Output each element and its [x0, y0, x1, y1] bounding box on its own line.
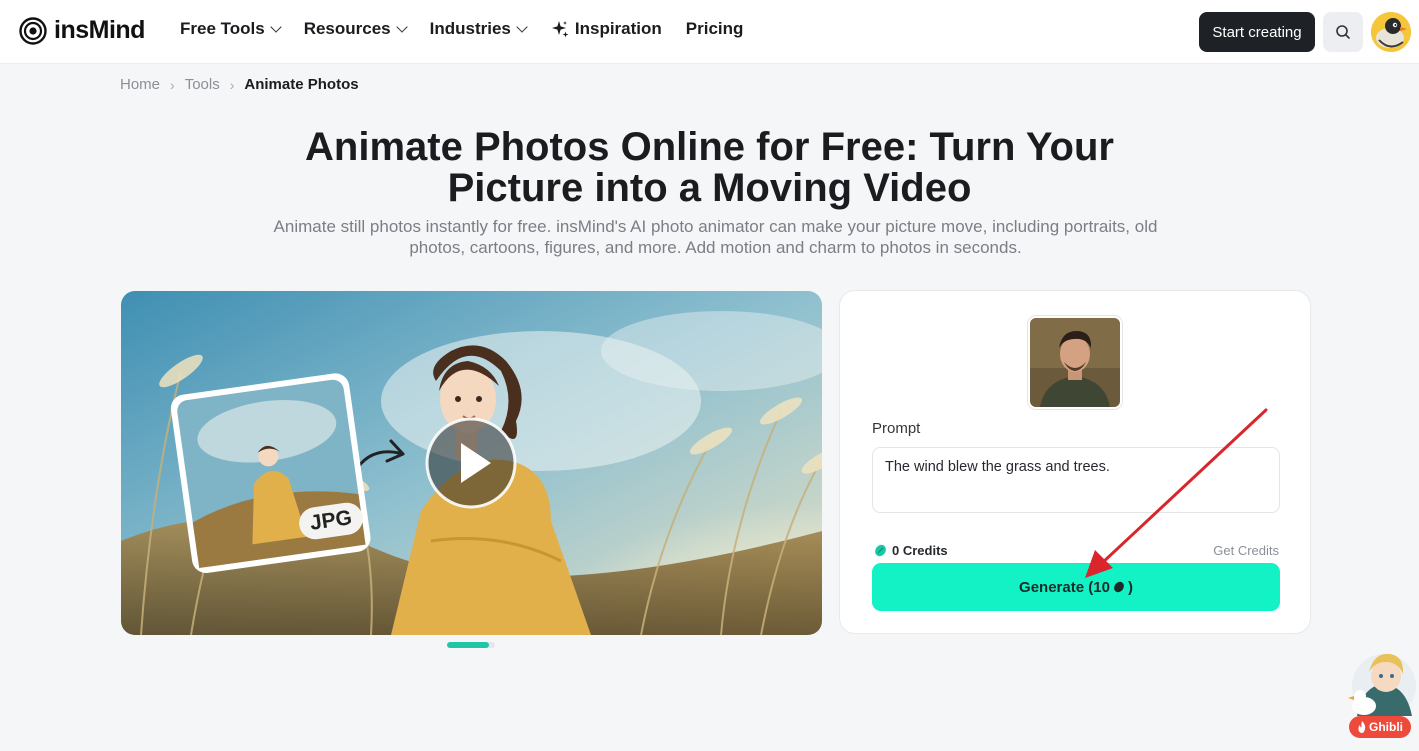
- chevron-down-icon: [270, 20, 282, 33]
- breadcrumb-tools[interactable]: Tools: [185, 76, 220, 93]
- chevron-down-icon: [516, 20, 528, 33]
- ghibli-badge-label: Ghibli: [1369, 720, 1403, 734]
- nav-industries[interactable]: Industries: [429, 19, 528, 39]
- start-creating-button[interactable]: Start creating: [1199, 12, 1315, 52]
- bean-icon: [875, 544, 886, 557]
- portrait-image: [1030, 318, 1120, 407]
- get-credits-link[interactable]: Get Credits: [1213, 543, 1279, 558]
- sparkle-icon: [551, 21, 569, 38]
- generate-button-label: Generate (10: [1019, 578, 1110, 596]
- nav-pricing-label: Pricing: [685, 19, 744, 38]
- nav-free-tools[interactable]: Free Tools: [180, 19, 282, 39]
- insmind-logo[interactable]: insMind: [19, 16, 145, 45]
- page-title: Animate Photos Online for Free: Turn You…: [200, 127, 1219, 209]
- anime-field-illustration: [121, 291, 822, 635]
- carousel-indicator[interactable]: [447, 642, 495, 648]
- credits-balance: 0 Credits: [874, 543, 948, 558]
- page-title-line-1: Animate Photos Online for Free: Turn You…: [305, 125, 1114, 169]
- uploaded-photo-thumbnail[interactable]: [1028, 316, 1122, 409]
- bean-icon: [1114, 581, 1124, 593]
- page-subtitle-line-2: photos, cartoons, figures, and more. Add…: [409, 238, 1022, 257]
- page-subtitle: Animate still photos instantly for free.…: [240, 216, 1191, 258]
- nav-industries-label: Industries: [429, 19, 511, 38]
- nav-pricing[interactable]: Pricing: [686, 19, 744, 39]
- nav-inspiration-label: Inspiration: [574, 19, 662, 38]
- carousel-indicator-active: [447, 642, 489, 648]
- chevron-down-icon: [395, 20, 408, 33]
- breadcrumb: Home › Tools › Animate Photos: [120, 76, 359, 93]
- prompt-label: Prompt: [872, 420, 921, 437]
- logo-text: insMind: [54, 16, 145, 44]
- user-avatar[interactable]: [1371, 12, 1411, 52]
- search-icon: [1336, 25, 1350, 39]
- top-navigation-bar: insMind Free Tools Resources Industries …: [0, 0, 1419, 64]
- ghibli-badge[interactable]: Ghibli: [1349, 716, 1411, 738]
- main-nav: Free Tools Resources Industries Inspirat…: [180, 19, 743, 39]
- generate-button[interactable]: Generate (10 ): [872, 563, 1280, 611]
- nav-free-tools-label: Free Tools: [180, 19, 265, 38]
- logo-spiral-icon: [19, 16, 47, 45]
- generate-panel: Prompt The wind blew the grass and trees…: [839, 290, 1311, 634]
- breadcrumb-home[interactable]: Home: [120, 76, 160, 93]
- nav-resources[interactable]: Resources: [303, 19, 408, 39]
- breadcrumb-current: Animate Photos: [244, 76, 359, 93]
- duck-avatar-icon: [1371, 12, 1411, 52]
- credits-text: 0 Credits: [892, 543, 948, 558]
- demo-video-preview[interactable]: JPG: [121, 291, 822, 635]
- page-title-line-2: Picture into a Moving Video: [447, 166, 972, 210]
- fire-icon: [1358, 721, 1366, 733]
- nav-inspiration[interactable]: Inspiration: [550, 19, 662, 39]
- breadcrumb-separator: ›: [170, 76, 175, 93]
- page-subtitle-line-1: Animate still photos instantly for free.…: [273, 217, 1158, 236]
- generate-button-suffix: ): [1127, 578, 1133, 596]
- nav-resources-label: Resources: [303, 19, 391, 38]
- prompt-input[interactable]: The wind blew the grass and trees.: [872, 447, 1280, 513]
- breadcrumb-separator: ›: [229, 76, 235, 93]
- search-button[interactable]: [1323, 12, 1363, 52]
